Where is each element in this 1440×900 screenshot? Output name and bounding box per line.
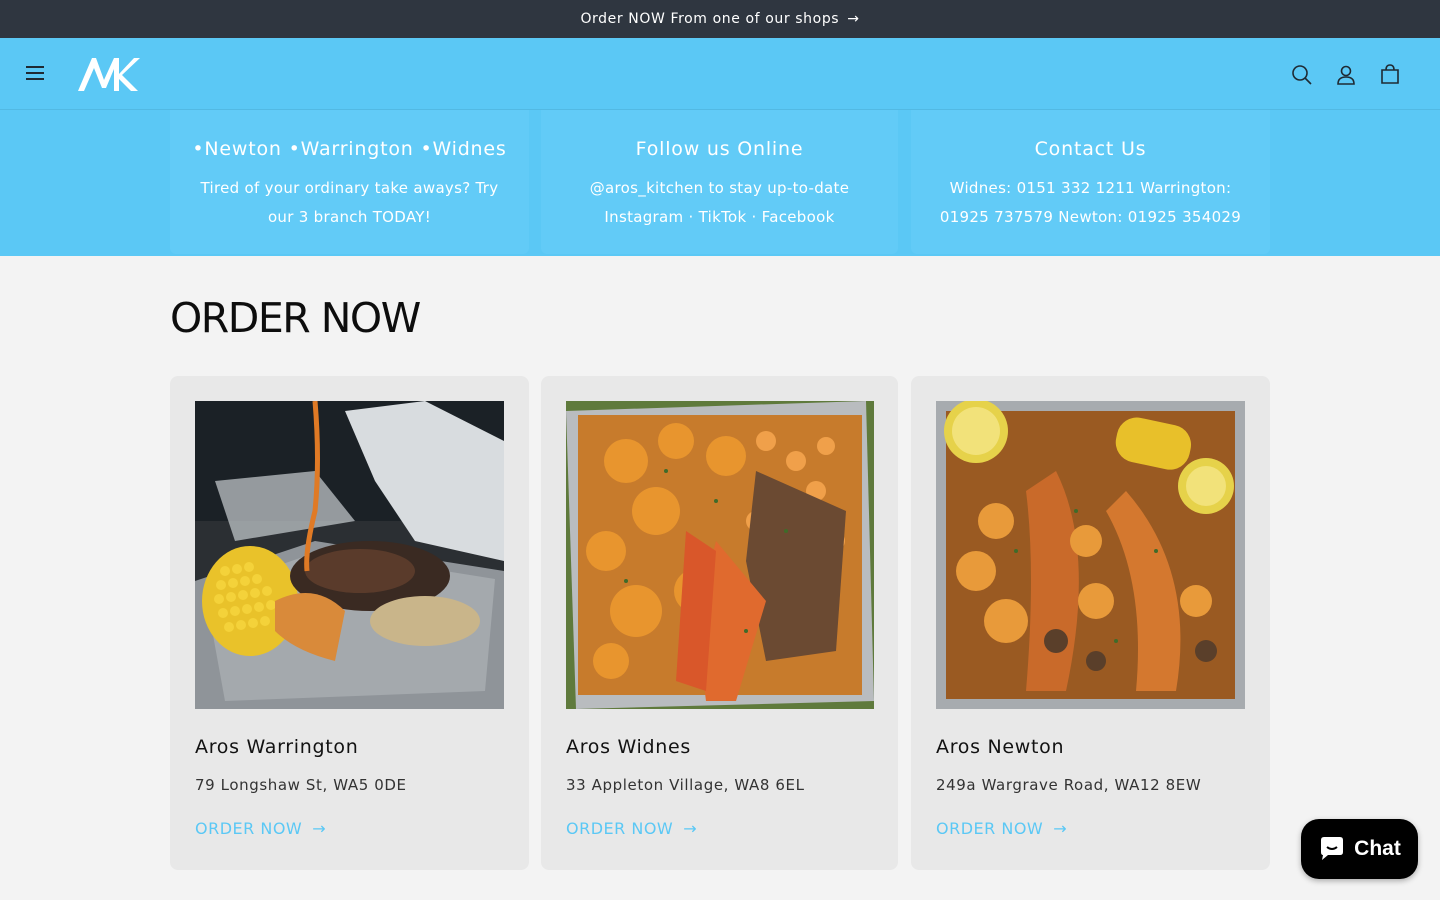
feature-title: •Newton •Warrington •Widnes [192, 138, 507, 160]
arrow-right-icon: → [847, 11, 860, 27]
food-image [566, 401, 874, 709]
cart-button[interactable] [1377, 62, 1403, 88]
order-now-link[interactable]: ORDER NOW → [936, 819, 1067, 838]
menu-icon [26, 66, 56, 80]
feature-contact: Contact Us Widnes: 0151 332 1211 Warring… [911, 110, 1270, 254]
feature-section: •Newton •Warrington •Widnes Tired of you… [0, 110, 1440, 256]
shop-name[interactable]: Aros Warrington [195, 736, 358, 758]
feature-text: Tired of your ordinary take aways? Try o… [200, 179, 499, 226]
shop-card-newton[interactable]: Aros Newton 249a Wargrave Road, WA12 8EW… [911, 376, 1270, 870]
feature-title: Follow us Online [635, 138, 804, 160]
feature-social: Follow us Online @aros_kitchen to stay u… [541, 110, 898, 254]
account-button[interactable] [1333, 62, 1359, 88]
shop-address: 249a Wargrave Road, WA12 8EW [936, 776, 1202, 794]
cart-icon [1381, 64, 1399, 84]
announcement-bar[interactable]: Order NOW From one of our shops → [0, 0, 1440, 38]
menu-button[interactable] [26, 62, 56, 86]
shop-image[interactable] [936, 401, 1245, 709]
site-header [0, 38, 1440, 110]
section-title: ORDER NOW [170, 294, 421, 342]
shop-image[interactable] [195, 401, 504, 709]
chat-button[interactable]: Chat [1301, 819, 1418, 879]
arrow-right-icon: → [1053, 819, 1068, 838]
shop-name[interactable]: Aros Widnes [566, 736, 691, 758]
food-image [936, 401, 1245, 709]
logo-icon [78, 58, 140, 91]
chat-label[interactable]: Chat [1354, 837, 1401, 861]
feature-text: @aros_kitchen to stay up-to-date Instagr… [589, 179, 850, 226]
feature-locations: •Newton •Warrington •Widnes Tired of you… [170, 110, 529, 254]
order-now-label[interactable]: ORDER NOW [195, 819, 302, 838]
announcement-text[interactable]: Order NOW From one of our shops [580, 11, 839, 27]
shop-card-widnes[interactable]: Aros Widnes 33 Appleton Village, WA8 6EL… [541, 376, 898, 870]
shop-address: 79 Longshaw St, WA5 0DE [195, 776, 407, 794]
order-now-label[interactable]: ORDER NOW [936, 819, 1043, 838]
chat-icon [1321, 837, 1344, 860]
feature-text: Widnes: 0151 332 1211 Warrington: 01925 … [939, 179, 1242, 226]
account-icon [1337, 65, 1355, 85]
shop-name[interactable]: Aros Newton [936, 736, 1064, 758]
shop-card-warrington[interactable]: Aros Warrington 79 Longshaw St, WA5 0DE … [170, 376, 529, 870]
arrow-right-icon: → [312, 819, 327, 838]
logo[interactable] [76, 54, 142, 94]
order-now-label[interactable]: ORDER NOW [566, 819, 673, 838]
feature-title: Contact Us [1034, 138, 1147, 160]
food-image [195, 401, 504, 709]
shop-address: 33 Appleton Village, WA8 6EL [566, 776, 805, 794]
order-now-link[interactable]: ORDER NOW → [195, 819, 326, 838]
order-now-link[interactable]: ORDER NOW → [566, 819, 697, 838]
shop-image[interactable] [566, 401, 874, 709]
arrow-right-icon: → [683, 819, 698, 838]
search-button[interactable] [1289, 62, 1315, 88]
search-icon [1292, 65, 1312, 85]
